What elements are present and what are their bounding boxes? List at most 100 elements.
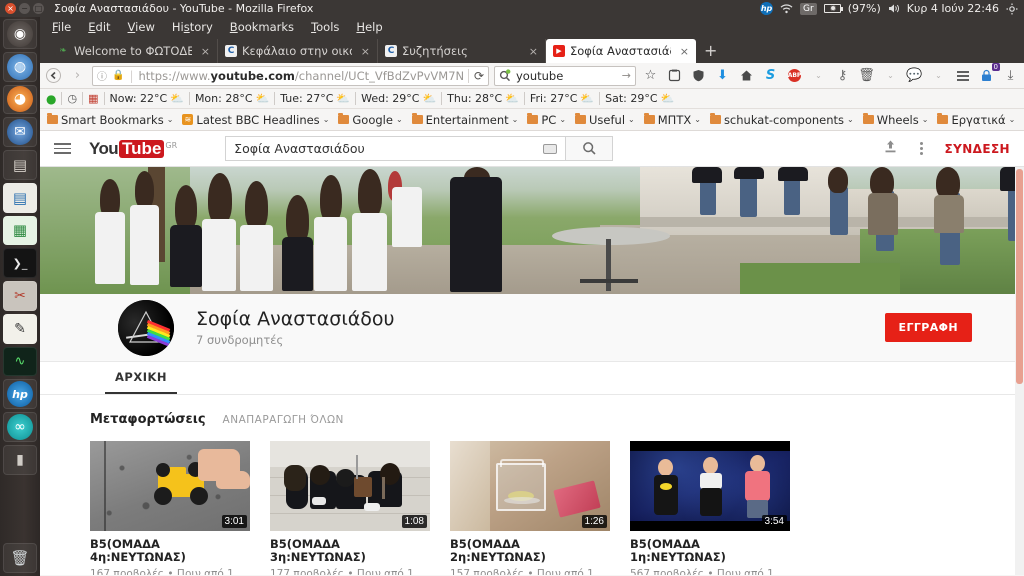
page-scrollbar-thumb[interactable] [1016, 169, 1023, 384]
upload-icon[interactable] [883, 139, 898, 158]
menu-edit[interactable]: Edit [88, 20, 110, 34]
launcher-item-usb-drive[interactable]: ▮ [3, 444, 37, 475]
launcher-item-text-editor[interactable]: ✎ [3, 313, 37, 344]
window-minimize-button[interactable]: − [19, 3, 30, 14]
launcher-item-hp-utility[interactable]: hp [3, 379, 37, 410]
window-maximize-button[interactable]: □ [33, 3, 44, 14]
launcher-item-ubuntu-dash[interactable]: ◉ [3, 19, 37, 49]
video-card-4[interactable]: 3:54 Β5(ΟΜΑΔΑ 1η:ΝΕΥΤΩΝΑΣ) 567 προβολές … [630, 441, 790, 575]
weather-item-mon[interactable]: Mon: 28°C ⛅ [195, 92, 269, 105]
wifi-icon[interactable] [780, 3, 793, 14]
launcher-item-trash[interactable]: 🗑 [3, 543, 37, 573]
weather-item-now[interactable]: Now: 22°C ⛅ [110, 92, 184, 105]
menu-tools[interactable]: Tools [311, 20, 339, 34]
launcher-item-libreoffice-writer[interactable]: ▤ [3, 182, 37, 213]
adblock-icon[interactable]: ABP [785, 66, 804, 85]
prism-avatar[interactable] [118, 299, 174, 356]
hp-tray-icon[interactable]: hp [760, 2, 774, 15]
video-title[interactable]: Β5(ΟΜΑΔΑ 4η:ΝΕΥΤΩΝΑΣ) [90, 538, 250, 564]
back-button[interactable] [44, 66, 63, 85]
menu-file[interactable]: File [52, 20, 71, 34]
chat-chevron-down-icon[interactable]: ⌄ [929, 66, 948, 85]
bookmark-wheels[interactable]: Wheels ⌄ [862, 113, 928, 127]
launcher-item-firefox[interactable]: ◕ [3, 84, 37, 115]
lastpass-icon[interactable]: 0 [977, 63, 1000, 85]
keyboard-icon[interactable] [543, 143, 558, 154]
video-thumbnail-three-girls[interactable]: 3:54 [630, 441, 790, 531]
video-thumbnail-glass-jar[interactable]: 1:26 [450, 441, 610, 531]
weather-item-wed[interactable]: Wed: 29°C ⛅ [361, 92, 436, 105]
bookmark-entertainment[interactable]: Entertainment ⌄ [411, 113, 518, 127]
menu-view[interactable]: View [128, 20, 155, 34]
chat-icon[interactable]: 💬 [905, 66, 924, 85]
browser-tab-2[interactable]: C Κεφάλαιο στην οικονο × [218, 39, 378, 63]
menu-help[interactable]: Help [356, 20, 382, 34]
weather-item-tue[interactable]: Tue: 27°C ⛅ [280, 92, 350, 105]
weather-status-dot[interactable]: ● [46, 92, 56, 106]
bookmark-ergatika[interactable]: Εργατικά ⌄ [937, 113, 1015, 127]
adblock-chevron-down-icon[interactable]: ⌄ [809, 66, 828, 85]
trash-icon[interactable]: 🗑 [857, 66, 876, 85]
launcher-item-arduino-ide[interactable]: ∞ [3, 412, 37, 442]
video-title[interactable]: Β5(ΟΜΑΔΑ 3η:ΝΕΥΤΩΝΑΣ) [270, 538, 430, 564]
pocket-icon[interactable] [665, 66, 684, 85]
browser-tab-2-close[interactable]: × [361, 45, 370, 58]
launcher-item-files[interactable]: ▤ [3, 150, 37, 180]
launcher-item-chromium[interactable]: ◍ [3, 51, 37, 82]
reload-button[interactable]: ⟳ [467, 68, 484, 83]
gear-icon[interactable] [1006, 3, 1018, 15]
browser-tab-3[interactable]: C Συζητήσεις × [378, 39, 546, 63]
bookmark-schukat-components[interactable]: schukat-components ⌄ [709, 113, 854, 127]
star-icon[interactable]: ☆ [641, 66, 660, 85]
launcher-item-libreoffice-calc[interactable]: ▦ [3, 215, 37, 246]
save-icon[interactable]: ⤓ [1001, 66, 1020, 85]
launcher-item-system-tools[interactable]: ✂ [3, 281, 37, 311]
browser-tab-1-close[interactable]: × [201, 45, 210, 58]
weather-clock-icon[interactable]: ◷ [67, 92, 77, 105]
keyboard-layout-indicator[interactable]: Gr [800, 2, 817, 15]
youtube-search-button[interactable] [565, 136, 614, 161]
bookmark-pc[interactable]: PC ⌄ [527, 113, 566, 127]
weather-item-thu[interactable]: Thu: 28°C ⛅ [447, 92, 519, 105]
menu-icon[interactable] [953, 66, 972, 85]
download-icon[interactable]: ⬇ [713, 66, 732, 85]
key-icon[interactable]: ⚷ [833, 66, 852, 85]
volume-icon[interactable] [888, 3, 900, 14]
window-controls[interactable]: × − □ [0, 3, 44, 14]
more-options-icon[interactable] [919, 142, 923, 155]
bookmark-smart-bookmarks[interactable]: Smart Bookmarks ⌄ [47, 113, 173, 127]
video-title[interactable]: Β5(ΟΜΑΔΑ 1η:ΝΕΥΤΩΝΑΣ) [630, 538, 790, 564]
new-tab-button[interactable]: + [696, 41, 725, 63]
browser-tab-4-close[interactable]: × [680, 45, 689, 58]
bookmark-useful[interactable]: Useful ⌄ [575, 113, 635, 127]
video-title[interactable]: Β5(ΟΜΑΔΑ 2η:ΝΕΥΤΩΝΑΣ) [450, 538, 610, 564]
system-clock[interactable]: Κυρ 4 Ιούν 22:46 [907, 2, 999, 15]
trash-chevron-down-icon[interactable]: ⌄ [881, 66, 900, 85]
launcher-item-thunderbird[interactable]: ✉ [3, 117, 37, 148]
search-engine-icon[interactable] [499, 69, 512, 82]
browser-tab-3-close[interactable]: × [529, 45, 538, 58]
video-thumbnail-students-on-floor[interactable]: 1:08 [270, 441, 430, 531]
battery-icon[interactable]: ✹ [823, 4, 843, 13]
weather-item-fri[interactable]: Fri: 27°C ⛅ [530, 92, 594, 105]
youtube-search[interactable]: Σοφία Αναστασιάδου [225, 136, 614, 161]
video-card-3[interactable]: 1:26 Β5(ΟΜΑΔΑ 2η:ΝΕΥΤΩΝΑΣ) 157 προβολές … [450, 441, 610, 575]
weather-item-sat[interactable]: Sat: 29°C ⛅ [605, 92, 674, 105]
skype-icon[interactable]: S [761, 66, 780, 85]
play-all-button[interactable]: ΑΝΑΠΑΡΑΓΩΓΗ ΌΛΩΝ [223, 414, 344, 426]
firefox-search-bar[interactable]: youtube → [494, 65, 636, 86]
youtube-logo[interactable]: You Tube GR [89, 139, 177, 158]
home-icon[interactable] [737, 66, 756, 85]
window-close-button[interactable]: × [5, 3, 16, 14]
bookmark-latest-bbc-headlines[interactable]: ≋ Latest BBC Headlines ⌄ [182, 113, 329, 127]
search-go-arrow[interactable]: → [622, 69, 631, 82]
tab-arxiki[interactable]: ΑΡΧΙΚΗ [105, 370, 178, 394]
youtube-search-input[interactable]: Σοφία Αναστασιάδου [225, 136, 566, 161]
launcher-item-system-monitor[interactable]: ∿ [3, 346, 37, 377]
page-info-icon[interactable]: ⓘ [97, 68, 107, 83]
weather-calendar-icon[interactable]: ▦ [88, 92, 98, 105]
browser-tab-4[interactable]: ▶ Σοφία Αναστασιάδου × [546, 39, 696, 63]
menu-history[interactable]: History [172, 20, 213, 34]
guide-menu-icon[interactable] [54, 143, 71, 154]
shield-icon[interactable] [689, 66, 708, 85]
